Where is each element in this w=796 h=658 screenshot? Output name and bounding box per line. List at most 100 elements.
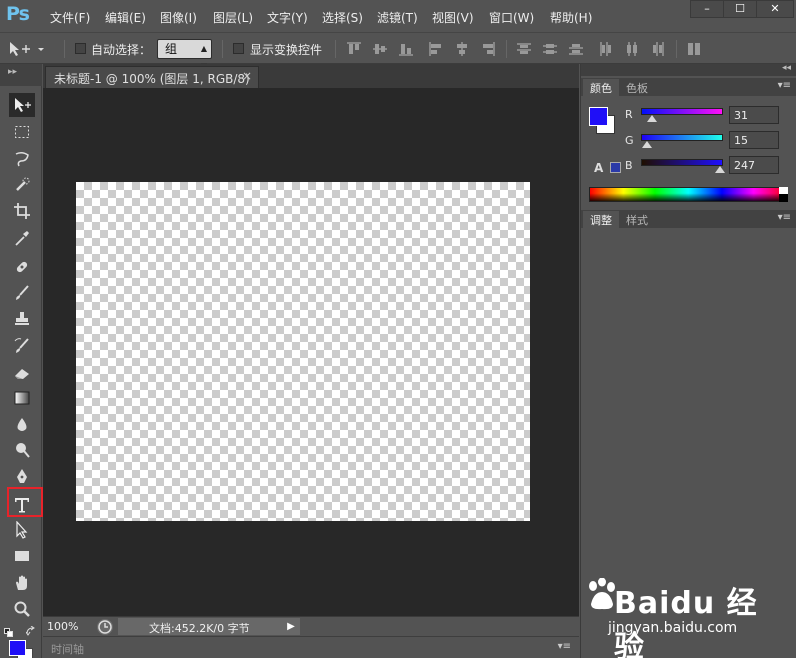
canvas-workspace[interactable] bbox=[43, 88, 579, 616]
blue-value-input[interactable]: 247 bbox=[729, 156, 779, 174]
menu-file[interactable]: 文件(F) bbox=[50, 9, 90, 26]
lasso-tool-icon bbox=[15, 151, 29, 167]
move-tool[interactable] bbox=[9, 93, 35, 117]
black-white-swatches[interactable] bbox=[779, 187, 788, 202]
separator bbox=[64, 40, 65, 58]
hand-tool[interactable] bbox=[9, 571, 35, 595]
clone-stamp-tool-icon bbox=[15, 312, 29, 325]
blue-slider-thumb[interactable] bbox=[714, 166, 725, 173]
adjustments-panel-menu-icon[interactable]: ▾≡ bbox=[778, 212, 791, 223]
eyedropper-tool[interactable] bbox=[9, 226, 35, 250]
menu-layer[interactable]: 图层(L) bbox=[213, 9, 253, 26]
green-slider-thumb[interactable] bbox=[641, 141, 652, 148]
eraser-tool[interactable] bbox=[9, 361, 35, 385]
dodge-tool[interactable] bbox=[9, 438, 35, 462]
separator bbox=[506, 40, 507, 58]
panels-collapse-bar[interactable]: ◂◂ bbox=[581, 63, 796, 76]
align-bottom-icon[interactable] bbox=[398, 41, 414, 57]
transparent-canvas[interactable] bbox=[76, 182, 530, 521]
path-selection-tool[interactable] bbox=[9, 518, 35, 542]
show-transform-checkbox[interactable] bbox=[233, 43, 244, 54]
red-slider-thumb[interactable] bbox=[646, 115, 657, 122]
healing-brush-tool[interactable] bbox=[9, 255, 35, 279]
zoom-tool[interactable] bbox=[9, 597, 35, 621]
history-brush-tool-icon bbox=[14, 338, 29, 353]
default-colors-icon[interactable] bbox=[4, 626, 13, 637]
foreground-color-swatch[interactable] bbox=[9, 640, 26, 656]
adjustments-panel-header: 调整 样式 ▾≡ bbox=[581, 210, 796, 228]
zoom-level-field[interactable]: 100% bbox=[47, 620, 78, 633]
clone-stamp-tool[interactable] bbox=[9, 307, 35, 331]
rectangle-tool[interactable] bbox=[9, 544, 35, 568]
red-slider[interactable] bbox=[641, 108, 723, 122]
color-panel-menu-icon[interactable]: ▾≡ bbox=[778, 80, 791, 91]
align-vcenter-icon[interactable] bbox=[372, 41, 388, 57]
menu-window[interactable]: 窗口(W) bbox=[489, 9, 534, 26]
tab-adjustments[interactable]: 调整 bbox=[583, 211, 619, 228]
align-hcenter-icon[interactable] bbox=[454, 41, 470, 57]
brush-tool[interactable] bbox=[9, 281, 35, 305]
blue-slider[interactable] bbox=[641, 159, 725, 173]
timeline-menu-icon[interactable]: ▾≡ bbox=[558, 641, 571, 652]
distribute-right-icon[interactable] bbox=[650, 41, 666, 57]
distribute-hcenter-icon[interactable] bbox=[624, 41, 640, 57]
separator bbox=[335, 40, 336, 58]
minimize-button[interactable]: – bbox=[690, 0, 724, 18]
menu-bar: Ps 文件(F) 编辑(E) 图像(I) 图层(L) 文字(Y) 选择(S) 滤… bbox=[0, 0, 796, 32]
green-slider[interactable] bbox=[641, 134, 723, 148]
auto-select-target-dropdown[interactable]: 组 ▲▼ bbox=[157, 39, 212, 71]
status-options-icon[interactable] bbox=[97, 619, 113, 635]
menu-image[interactable]: 图像(I) bbox=[160, 9, 197, 26]
document-tab-title: 未标题-1 @ 100% (图层 1, RGB/8) bbox=[54, 72, 250, 86]
menu-help[interactable]: 帮助(H) bbox=[550, 9, 592, 26]
tools-panel: ▸▸ bbox=[0, 64, 42, 658]
auto-align-layers-icon[interactable] bbox=[686, 41, 702, 57]
color-panel-header: 颜色 色板 ▾≡ bbox=[581, 78, 796, 96]
timeline-tab[interactable]: 时间轴 bbox=[51, 641, 84, 657]
blur-tool[interactable] bbox=[9, 413, 35, 437]
tools-panel-header[interactable]: ▸▸ bbox=[0, 64, 42, 86]
crop-tool[interactable] bbox=[9, 199, 35, 223]
gradient-tool[interactable] bbox=[9, 386, 35, 410]
align-left-icon[interactable] bbox=[428, 41, 444, 57]
lasso-tool[interactable] bbox=[9, 147, 35, 171]
align-right-icon[interactable] bbox=[480, 41, 496, 57]
collapse-icon[interactable]: ▸▸ bbox=[8, 67, 17, 77]
distribute-bottom-icon[interactable] bbox=[568, 41, 584, 57]
maximize-button[interactable]: ☐ bbox=[723, 0, 757, 18]
brush-tool-icon bbox=[16, 285, 29, 300]
tab-styles[interactable]: 样式 bbox=[619, 211, 655, 228]
history-brush-tool[interactable] bbox=[9, 334, 35, 358]
status-menu-arrow-icon[interactable]: ▶ bbox=[283, 619, 299, 635]
close-window-button[interactable]: ✕ bbox=[756, 0, 794, 18]
distribute-vcenter-icon[interactable] bbox=[542, 41, 558, 57]
gamut-warning-icon[interactable]: A bbox=[594, 161, 603, 175]
menu-filter[interactable]: 滤镜(T) bbox=[377, 9, 418, 26]
quick-select-tool[interactable] bbox=[9, 173, 35, 197]
close-tab-icon[interactable]: × bbox=[242, 69, 252, 83]
status-bar: 100% 文档:452.2K/0 字节 ▶ bbox=[43, 616, 579, 636]
panel-foreground-swatch[interactable] bbox=[589, 107, 608, 126]
distribute-top-icon[interactable] bbox=[516, 41, 532, 57]
menu-edit[interactable]: 编辑(E) bbox=[105, 9, 146, 26]
align-top-icon[interactable] bbox=[346, 41, 362, 57]
menu-type[interactable]: 文字(Y) bbox=[267, 9, 308, 26]
document-tab-bar: 未标题-1 @ 100% (图层 1, RGB/8) × bbox=[43, 64, 579, 88]
document-size-info: 文档:452.2K/0 字节 bbox=[149, 622, 250, 635]
green-value-input[interactable]: 15 bbox=[729, 131, 779, 149]
auto-select-checkbox[interactable] bbox=[75, 43, 86, 54]
menu-view[interactable]: 视图(V) bbox=[432, 9, 474, 26]
tab-swatches[interactable]: 色板 bbox=[619, 79, 655, 96]
distribute-left-icon[interactable] bbox=[598, 41, 614, 57]
swap-colors-icon[interactable] bbox=[25, 625, 36, 636]
move-tool-preset-icon[interactable] bbox=[8, 41, 48, 60]
marquee-tool[interactable] bbox=[9, 120, 35, 144]
web-safe-color-swatch[interactable] bbox=[610, 162, 621, 173]
tab-color[interactable]: 颜色 bbox=[583, 79, 619, 96]
red-value-input[interactable]: 31 bbox=[729, 106, 779, 124]
menu-select[interactable]: 选择(S) bbox=[322, 9, 363, 26]
collapse-panels-icon[interactable]: ◂◂ bbox=[782, 63, 791, 73]
color-spectrum-ramp[interactable] bbox=[589, 187, 788, 202]
document-tab[interactable]: 未标题-1 @ 100% (图层 1, RGB/8) × bbox=[45, 66, 259, 88]
pen-tool[interactable] bbox=[9, 465, 35, 489]
